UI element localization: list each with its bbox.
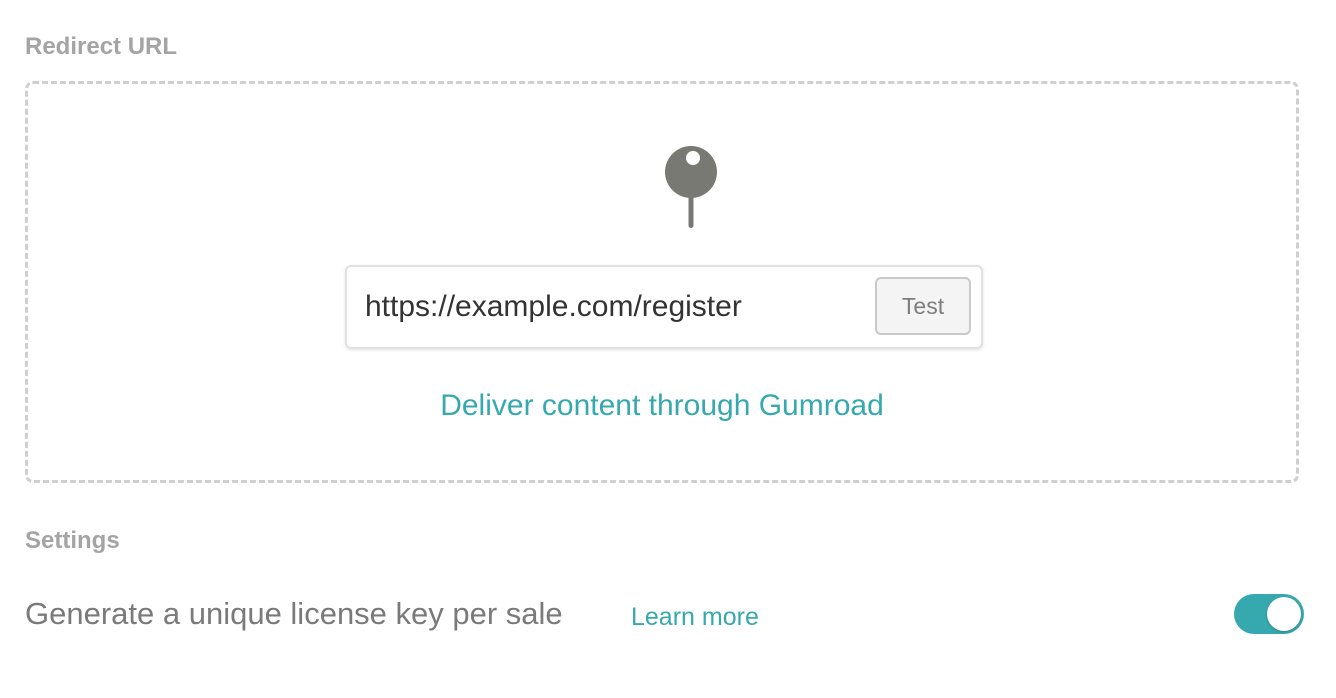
license-key-setting-row: Generate a unique license key per sale L… [25,592,1305,638]
redirect-dropzone: Test Deliver content through Gumroad [25,81,1299,483]
test-button[interactable]: Test [875,277,971,335]
redirect-url-input[interactable] [365,285,853,329]
pin-icon [665,146,717,233]
deliver-through-gumroad-link[interactable]: Deliver content through Gumroad [28,386,1296,426]
redirect-url-field-group: Test [345,265,983,349]
learn-more-link[interactable]: Learn more [631,600,759,634]
redirect-url-heading: Redirect URL [25,33,178,60]
settings-heading: Settings [25,527,120,554]
license-key-toggle[interactable] [1234,594,1304,634]
license-key-label: Generate a unique license key per sale [25,596,563,631]
toggle-knob [1267,597,1301,631]
